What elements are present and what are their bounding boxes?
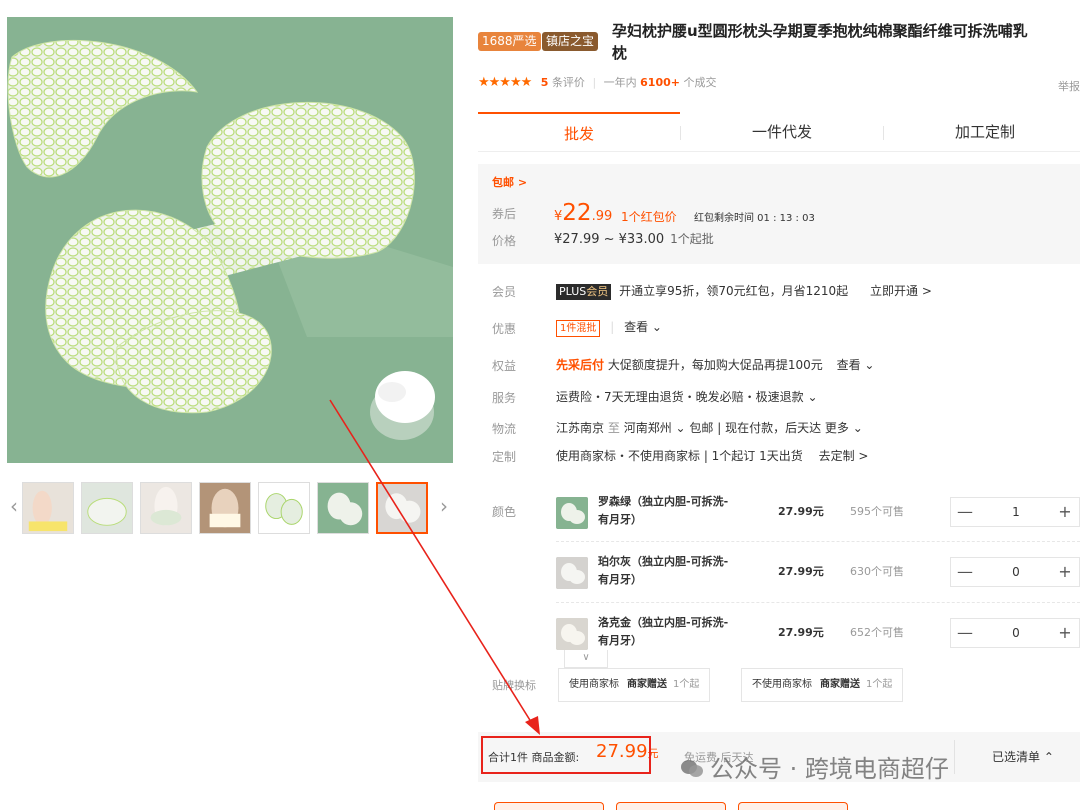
- sku-thumbnail[interactable]: [556, 557, 588, 589]
- custom-row: 使用商家标・不使用商家标 | 1个起订 1天出货 去定制 >: [556, 449, 869, 463]
- activate-plus-link[interactable]: 立即开通 >: [870, 284, 932, 298]
- use-merchant-label-option[interactable]: 使用商家标 商家赠送 1个起: [558, 668, 711, 702]
- price-box: 包邮 > 券后 价格 ¥22.99 1个红包价 红包剩余时间 01 : 13 :…: [478, 164, 1080, 264]
- review-count[interactable]: 5: [541, 76, 549, 89]
- rights-row: 先采后付 大促额度提升，每加购大促品再提100元 查看 ⌄: [556, 358, 875, 372]
- custom-label: 定制: [492, 450, 517, 464]
- report-link[interactable]: 举报: [1058, 78, 1080, 94]
- member-row: PLUS会员 开通立享95折，领70元红包，月省1210起 立即开通 >: [556, 282, 932, 300]
- tab-dropship[interactable]: 一件代发: [681, 112, 883, 152]
- sku-row: 珀尔灰（独立内胆-可拆洗-有月牙） 27.99元 630个可售 — 0 +: [556, 555, 1080, 615]
- no-merchant-label-option[interactable]: 不使用商家标 商家赠送 1个起: [741, 668, 904, 702]
- promo-label: 优惠: [492, 322, 517, 336]
- color-label: 颜色: [492, 505, 517, 519]
- product-info-panel: 1688严选 镇店之宝 孕妇枕护腰u型圆形枕头孕期夏季抱枕纯棉聚酯纤维可拆洗哺乳…: [478, 0, 1080, 810]
- rights-view-link[interactable]: 查看 ⌄: [837, 358, 875, 372]
- increase-button[interactable]: +: [1051, 619, 1079, 647]
- service-label: 服务: [492, 391, 517, 405]
- red-packet-price: 1个红包价: [621, 210, 677, 224]
- sku-thumbnail[interactable]: [556, 618, 588, 650]
- badge-shop-treasure: 镇店之宝: [542, 32, 599, 51]
- purchase-tabs: 批发 一件代发 加工定制: [478, 112, 1080, 152]
- amount-highlight-box: [481, 736, 651, 774]
- logistics-more-link[interactable]: 更多 ⌄: [825, 421, 863, 435]
- action-button[interactable]: [616, 802, 726, 810]
- increase-button[interactable]: +: [1051, 558, 1079, 586]
- quantity-stepper: — 1 +: [950, 497, 1080, 527]
- thumbnail[interactable]: [81, 482, 133, 534]
- selected-list-button[interactable]: 已选清单 ⌃: [992, 748, 1054, 765]
- wechat-icon: [681, 760, 703, 777]
- promo-view-link[interactable]: 查看 ⌄: [624, 320, 662, 334]
- rights-label: 权益: [492, 359, 517, 373]
- logistics-row: 江苏南京 至 河南郑州 ⌄ 包邮 | 现在付款，后天达 更多 ⌄: [556, 421, 863, 435]
- sales-prefix: 一年内: [603, 76, 637, 89]
- star-rating-icon: ★★★★★: [478, 75, 532, 90]
- watermark: 公众号 · 跨境电商超仔: [680, 749, 949, 784]
- decrease-button[interactable]: —: [951, 619, 979, 647]
- action-button[interactable]: [494, 802, 604, 810]
- thumbnail[interactable]: [258, 482, 310, 534]
- sku-thumbnail[interactable]: [556, 497, 588, 529]
- quantity-input[interactable]: 0: [979, 619, 1053, 647]
- thumb-next-icon[interactable]: ›: [437, 492, 451, 520]
- price-label: 价格: [492, 234, 517, 248]
- coupon-price: ¥22.99: [554, 200, 613, 226]
- main-product-image[interactable]: [7, 17, 453, 463]
- promo-row: 1件混批 | 查看 ⌄: [556, 318, 662, 337]
- member-label: 会员: [492, 285, 517, 299]
- action-button[interactable]: [738, 802, 848, 810]
- label-swap-label: 贴牌换标: [492, 679, 536, 692]
- go-customize-link[interactable]: 去定制 >: [819, 449, 869, 463]
- coupon-price-label: 券后: [492, 207, 517, 221]
- thumbnail[interactable]: [317, 482, 369, 534]
- plus-member-badge: PLUS会员: [556, 284, 612, 300]
- expand-skus-icon[interactable]: ∨: [564, 650, 608, 668]
- sales-count: 6100+: [640, 76, 680, 89]
- red-packet-countdown: 红包剩余时间 01 : 13 : 03: [694, 213, 815, 224]
- sku-divider: [556, 602, 1080, 603]
- tab-wholesale[interactable]: 批发: [478, 112, 680, 152]
- quantity-stepper: — 0 +: [950, 618, 1080, 648]
- product-title: 孕妇枕护腰u型圆形枕头孕期夏季抱枕纯棉聚酯纤维可拆洗哺乳 枕: [612, 22, 1028, 62]
- destination-select[interactable]: 河南郑州 ⌄: [624, 421, 686, 435]
- decrease-button[interactable]: —: [951, 498, 979, 526]
- increase-button[interactable]: +: [1051, 498, 1079, 526]
- thumbnail-strip: ‹ ›: [7, 478, 453, 536]
- thumbnail[interactable]: [140, 482, 192, 534]
- rating-row: ★★★★★ 5 条评价 | 一年内 6100+ 个成交: [478, 75, 717, 90]
- logistics-label: 物流: [492, 422, 517, 436]
- mix-batch-tag: 1件混批: [556, 320, 601, 337]
- thumb-prev-icon[interactable]: ‹: [7, 492, 21, 520]
- sku-row: 罗森绿（独立内胆-可拆洗-有月牙） 27.99元 595个可售 — 1 +: [556, 495, 1080, 555]
- sku-divider: [556, 541, 1080, 542]
- quantity-input[interactable]: 0: [979, 558, 1053, 586]
- tab-customization[interactable]: 加工定制: [884, 112, 1080, 152]
- sales-suffix: 个成交: [683, 76, 717, 89]
- quantity-input[interactable]: 1: [979, 498, 1053, 526]
- price-range: ¥27.99 ~ ¥33.00 1个起批: [554, 232, 714, 247]
- service-row[interactable]: 运费险・7天无理由退货・晚发必赔・极速退款 ⌄: [556, 388, 818, 405]
- thumbnail[interactable]: [199, 482, 251, 534]
- quantity-stepper: — 0 +: [950, 557, 1080, 587]
- review-suffix: 条评价: [551, 76, 585, 89]
- badge-1688: 1688严选: [478, 32, 541, 51]
- bottom-divider: [954, 740, 955, 774]
- decrease-button[interactable]: —: [951, 558, 979, 586]
- thumbnail-active[interactable]: [376, 482, 428, 534]
- thumbnail[interactable]: [22, 482, 74, 534]
- free-shipping-link[interactable]: 包邮 >: [492, 174, 527, 190]
